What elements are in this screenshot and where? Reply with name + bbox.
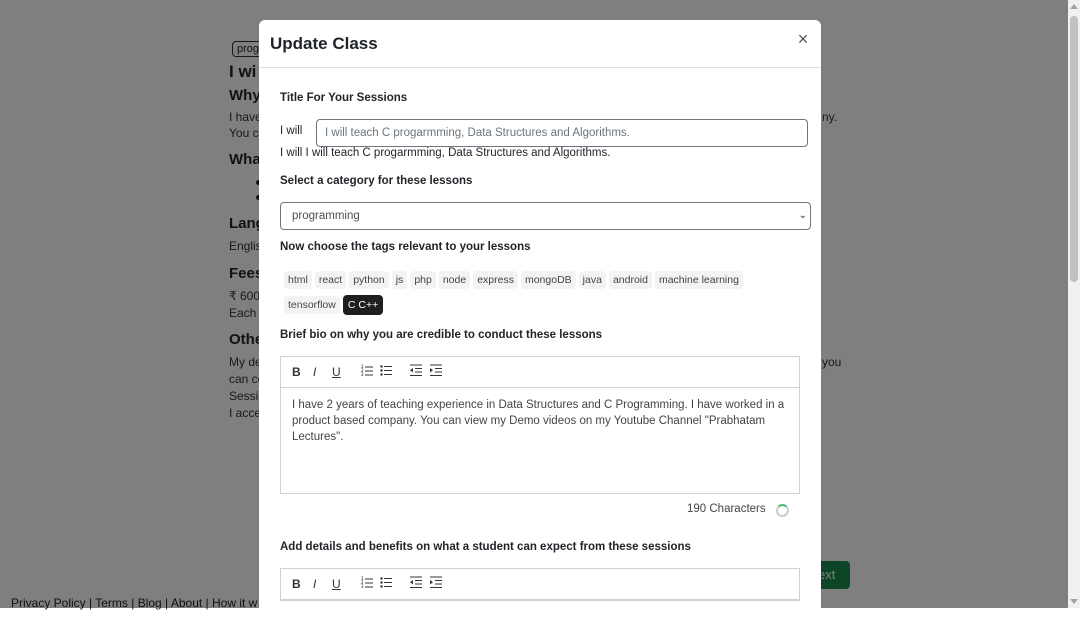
modal-header: Update Class × (259, 20, 821, 68)
tag-chip[interactable]: php (410, 271, 436, 289)
category-select[interactable]: programming ⌄ (280, 202, 811, 230)
title-preview: I will I will teach C progarmming, Data … (280, 147, 611, 159)
tag-chip[interactable]: C C++ (342, 295, 384, 315)
title-input[interactable]: I will teach C progarmming, Data Structu… (316, 119, 808, 147)
tag-chip[interactable]: js (391, 271, 408, 289)
progress-ring-icon (776, 504, 789, 517)
tag-chip[interactable]: react (314, 271, 347, 289)
bio-editor[interactable]: B I U 123 I have 2 years of teaching exp… (280, 356, 800, 494)
indent-icon[interactable] (430, 576, 442, 591)
underline-button[interactable]: U (332, 577, 341, 591)
tag-chip[interactable]: node (438, 271, 471, 289)
tag-chip[interactable]: html (284, 271, 312, 289)
close-icon[interactable]: × (795, 30, 811, 48)
underline-button[interactable]: U (332, 365, 341, 379)
tag-chip[interactable]: machine learning (654, 271, 743, 289)
bullet-list-icon[interactable] (380, 576, 392, 591)
tags-label: Now choose the tags relevant to your les… (280, 241, 531, 253)
editor-toolbar: B I U 123 (281, 357, 799, 388)
italic-button[interactable]: I (313, 365, 316, 379)
scrollbar-thumb[interactable] (1070, 16, 1078, 282)
details-editor[interactable]: B I U 123 (280, 568, 800, 601)
bold-button[interactable]: B (292, 577, 301, 591)
title-label: Title For Your Sessions (280, 92, 408, 104)
category-value: programming (292, 210, 360, 222)
tag-chip[interactable]: android (608, 271, 652, 289)
title-prefix: I will (280, 125, 303, 137)
page-scrollbar[interactable] (1068, 0, 1080, 608)
outdent-icon[interactable] (410, 576, 422, 591)
tag-chip[interactable]: tensorflow (284, 296, 340, 314)
bio-text[interactable]: I have 2 years of teaching experience in… (281, 388, 799, 493)
character-count: 190 Characters (687, 503, 766, 515)
italic-button[interactable]: I (313, 577, 316, 591)
svg-text:3: 3 (361, 372, 364, 376)
tag-chip[interactable]: python (349, 271, 389, 289)
update-class-modal: Update Class × Title For Your Sessions I… (259, 20, 821, 620)
outdent-icon[interactable] (410, 364, 422, 379)
bullet-list-icon[interactable] (380, 364, 392, 379)
scroll-down-icon[interactable] (1070, 599, 1078, 604)
details-label: Add details and benefits on what a stude… (280, 541, 691, 553)
scroll-up-icon[interactable] (1070, 4, 1078, 9)
indent-icon[interactable] (430, 364, 442, 379)
ordered-list-icon[interactable]: 123 (361, 364, 373, 379)
category-label: Select a category for these lessons (280, 175, 473, 187)
modal-title: Update Class (270, 34, 378, 53)
tag-chip[interactable]: java (578, 271, 606, 289)
editor-toolbar: B I U 123 (281, 569, 799, 600)
bio-label: Brief bio on why you are credible to con… (280, 329, 603, 341)
ordered-list-icon[interactable]: 123 (361, 576, 373, 591)
chevron-down-icon: ⌄ (798, 210, 807, 221)
svg-text:3: 3 (361, 584, 364, 588)
tag-chip[interactable]: express (473, 271, 518, 289)
bold-button[interactable]: B (292, 365, 301, 379)
tag-list: html react python js php node express mongoDB ja… (284, 270, 804, 321)
tag-chip[interactable]: mongoDB (520, 271, 576, 289)
